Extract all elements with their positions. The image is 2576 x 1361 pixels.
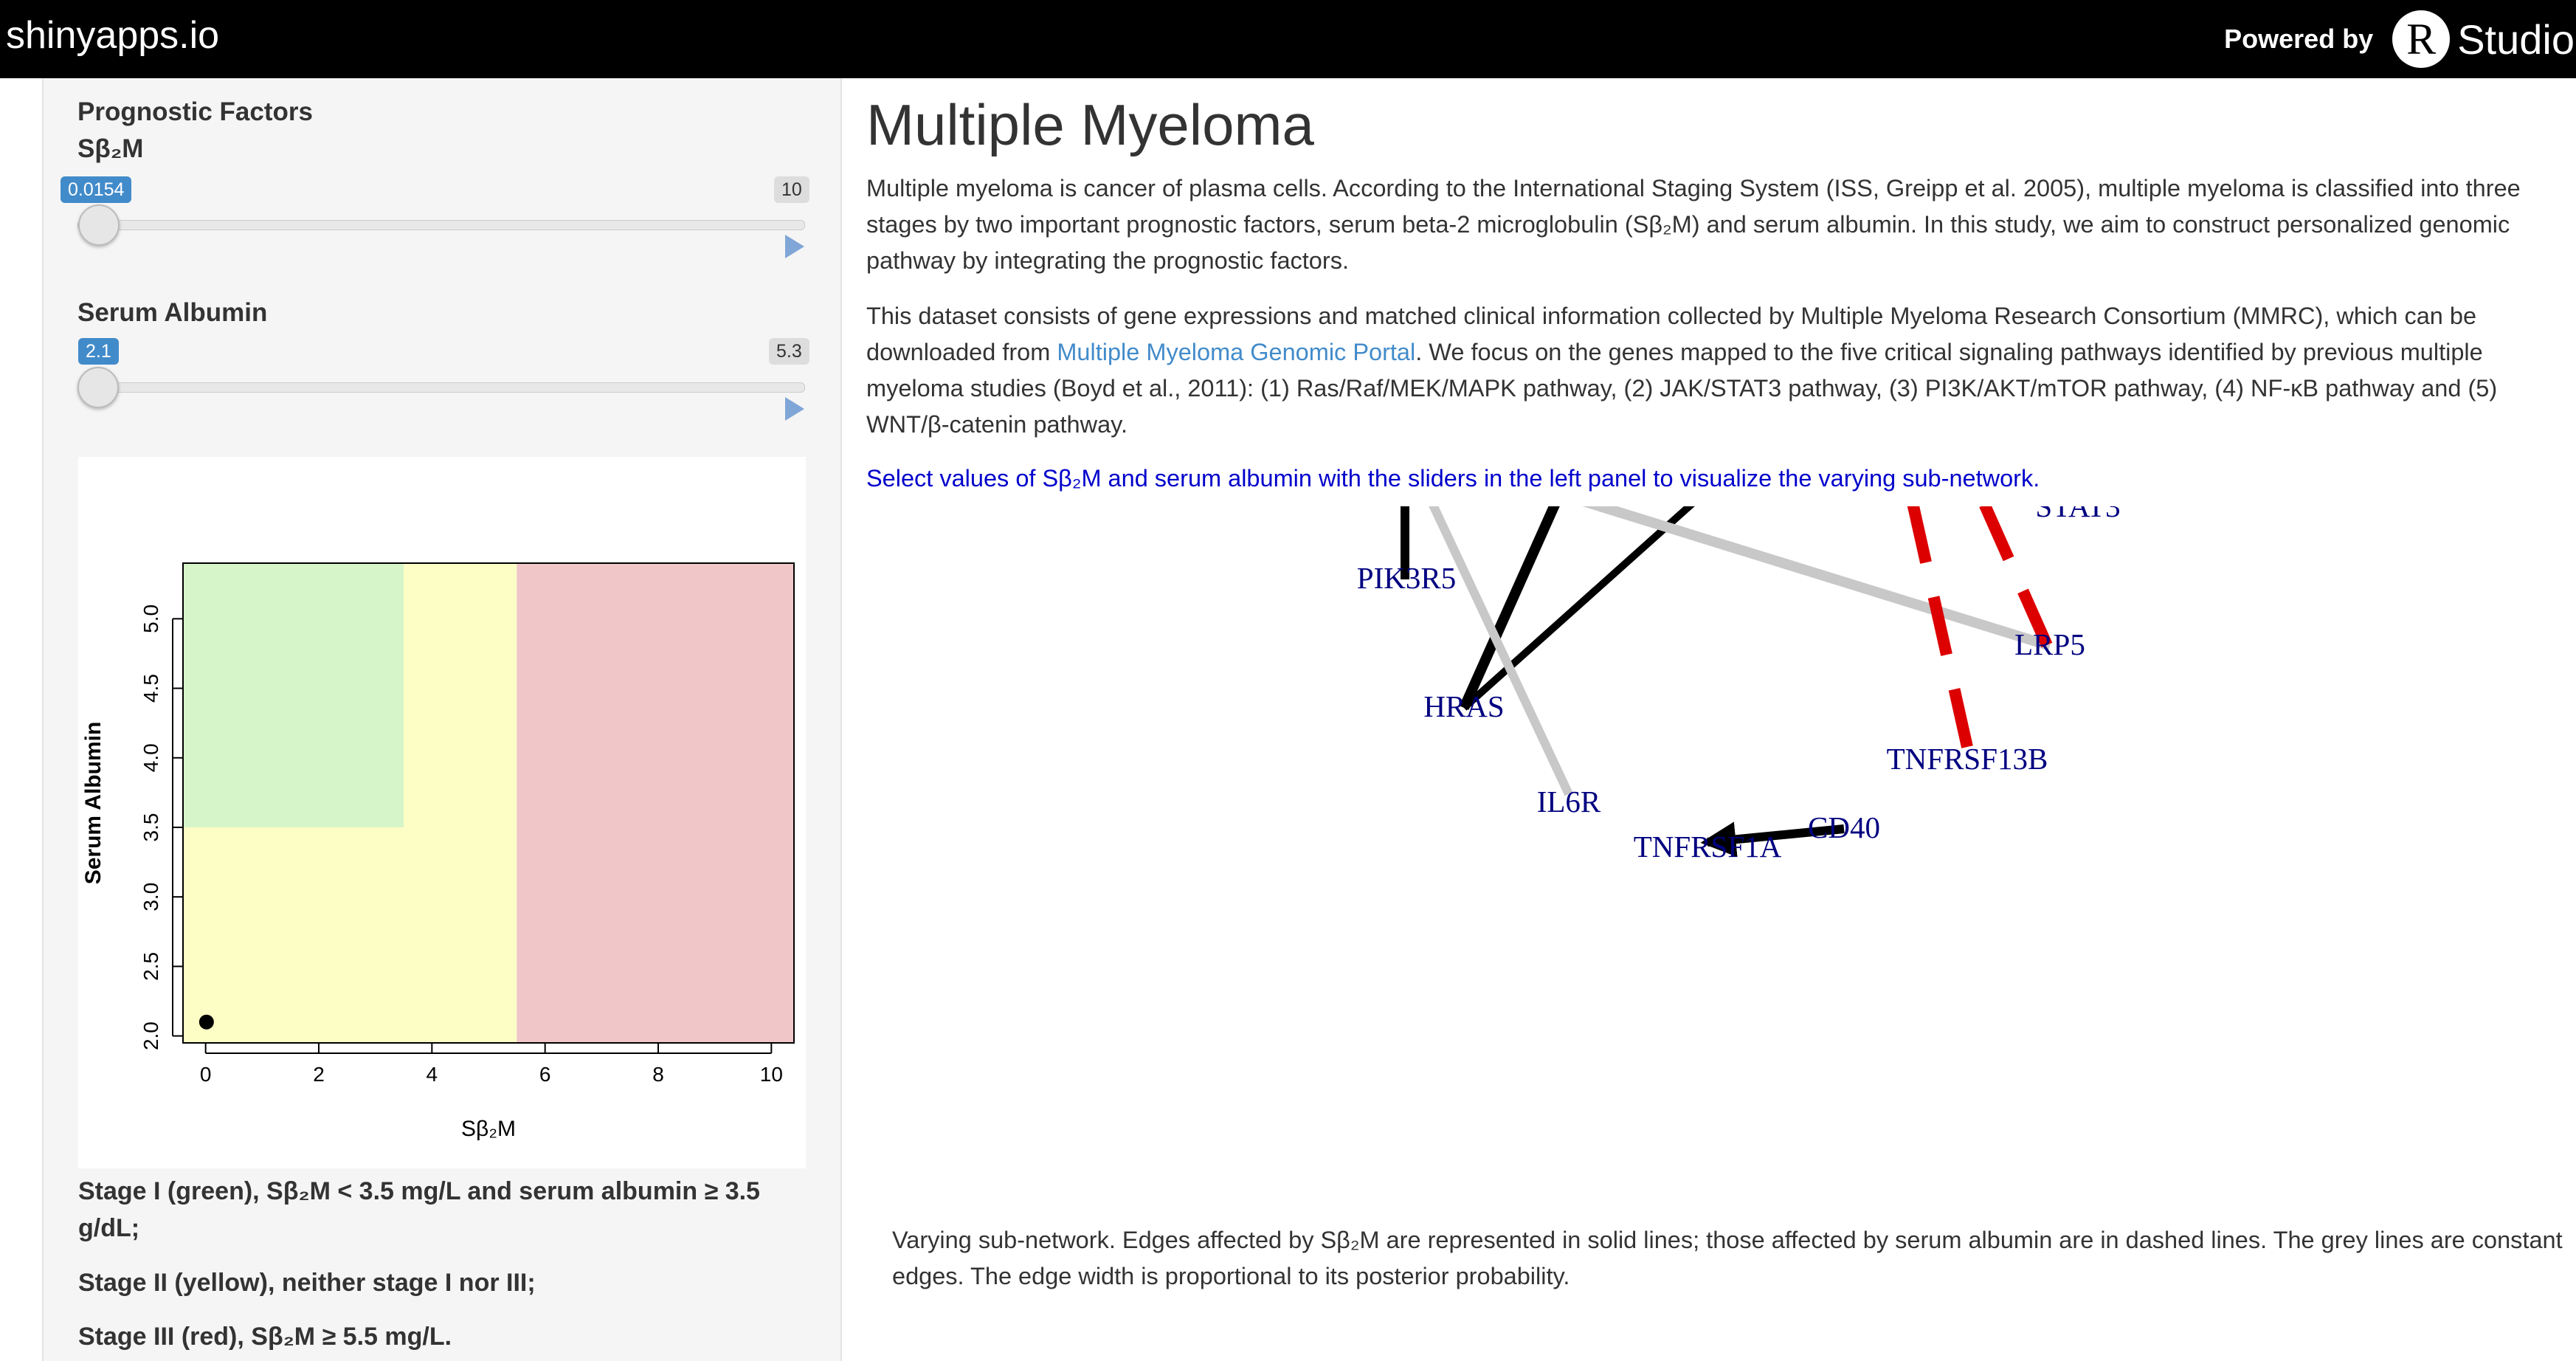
y-tick-label: 3.5: [139, 813, 162, 842]
intro-paragraph: Multiple myeloma is cancer of plasma cel…: [866, 175, 2521, 274]
network-node-tnfrsf13b: TNFRSF13B: [1887, 742, 2048, 776]
x-tick-label: 0: [200, 1063, 212, 1086]
brand-logo[interactable]: shinyapps.io: [6, 13, 219, 58]
rstudio-logo-text: Studio: [2457, 15, 2575, 63]
x-tick-label: 6: [539, 1063, 551, 1086]
network-graph: AKT1NFKBIAAKT3MAP2K1PIK3CDMAPK3PIK3R1STA…: [1357, 506, 2121, 864]
sidebar-panel: Prognostic Factors Sβ₂M 0.0154 10 Serum …: [42, 78, 842, 1361]
stage-region: [183, 563, 404, 827]
network-node-stat3: STAT3: [2035, 506, 2120, 523]
stage-iii-text: Stage III (red), Sβ₂M ≥ 5.5 mg/L.: [78, 1323, 452, 1351]
instruction-text: Select values of Sβ₂M and serum albumin …: [866, 465, 2040, 492]
network-node-lrp5: LRP5: [2014, 627, 2085, 661]
slider-label-sb2m: Sβ₂M: [77, 134, 144, 163]
network-node-cd40: CD40: [1808, 810, 1880, 844]
network-node-pik3r5: PIK3R5: [1357, 561, 1456, 595]
x-tick-label: 4: [427, 1063, 438, 1086]
x-axis-label: Sβ₂M: [461, 1117, 516, 1141]
stage-region: [517, 563, 794, 1043]
powered-by: Powered by R Studio: [2224, 0, 2576, 78]
y-tick-label: 2.0: [139, 1021, 162, 1050]
slider-track-sb2m[interactable]: [77, 220, 805, 230]
slider-label-albumin: Serum Albumin: [77, 298, 268, 327]
network-caption: Varying sub-network. Edges affected by S…: [892, 1227, 2563, 1289]
slider-handle-sb2m[interactable]: [78, 204, 120, 246]
network-edge-tnfrsf13b-nfkbia: [1907, 506, 1973, 748]
genomic-portal-link[interactable]: Multiple Myeloma Genomic Portal: [1057, 339, 1415, 365]
x-tick-label: 8: [652, 1063, 664, 1086]
stage-region: [183, 827, 517, 1043]
network-node-tnfrsf1a: TNFRSF1A: [1634, 830, 1782, 864]
stage-chart-svg: 0 2 4 6 8 10 2.0 2.5 3.0 3.5 4.0 4.5 5.0 Sβ₂M Serum Al…: [81, 562, 795, 1141]
slider-value-albumin: 2.1: [78, 338, 119, 365]
main-panel: Multiple Myeloma Multiple myeloma is can…: [866, 78, 2576, 1361]
slider-value-sb2m: 0.0154: [61, 176, 132, 203]
rstudio-logo-icon[interactable]: R: [2392, 10, 2451, 68]
section-title: Prognostic Factors: [77, 97, 313, 126]
network-node-il6r: IL6R: [1537, 785, 1601, 819]
stage-region: [404, 563, 517, 827]
stage-chart: 0 2 4 6 8 10 2.0 2.5 3.0 3.5 4.0 4.5 5.0 Sβ₂M Serum Al…: [78, 457, 806, 1168]
stage-ii-text: Stage II (yellow), neither stage I nor I…: [78, 1269, 536, 1297]
powered-by-label: Powered by: [2224, 24, 2374, 54]
y-tick-label: 5.0: [139, 604, 162, 633]
slider-max-albumin: 5.3: [769, 338, 809, 365]
slider-handle-albumin[interactable]: [77, 367, 119, 408]
slider-max-sb2m: 10: [774, 176, 809, 203]
slider-track-albumin[interactable]: [77, 382, 805, 393]
y-tick-label: 4.5: [139, 674, 162, 703]
play-icon[interactable]: [785, 397, 804, 421]
stage-i-text: Stage I (green), Sβ₂M < 3.5 mg/L and ser…: [78, 1177, 760, 1242]
page-title: Multiple Myeloma: [866, 92, 1314, 157]
data-point: [198, 1014, 214, 1030]
y-tick-label: 2.5: [139, 952, 162, 981]
network-node-hras: HRAS: [1423, 689, 1504, 723]
dataset-paragraph: This dataset consists of gene expression…: [866, 298, 2556, 443]
network-edge-lrp5-nfkbia: [1978, 506, 2053, 648]
play-icon[interactable]: [785, 235, 804, 258]
y-tick-label: 4.0: [139, 743, 162, 772]
y-tick-label: 3.0: [139, 883, 162, 912]
top-bar: shinyapps.io Powered by R Studio: [0, 0, 2576, 78]
y-axis-label: Serum Albumin: [81, 722, 106, 885]
x-tick-label: 2: [313, 1063, 325, 1086]
x-tick-label: 10: [760, 1063, 783, 1086]
